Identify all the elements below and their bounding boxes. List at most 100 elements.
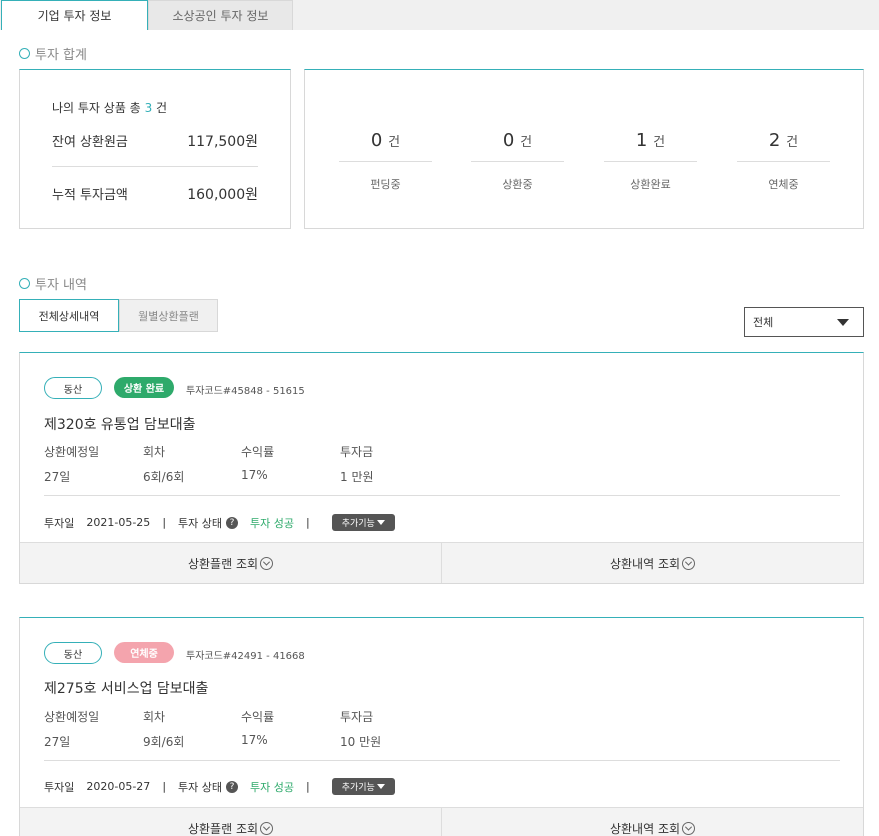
repayment-history-label: 상환내역 조회: [609, 821, 681, 836]
round-label: 회차: [143, 710, 166, 724]
chevron-down-circle-icon: [260, 821, 274, 835]
amount-label: 투자금: [340, 710, 374, 724]
product-count-prefix: 나의 투자 상품 총: [52, 101, 141, 115]
round-column: 회차 9회/6회: [143, 708, 184, 750]
investment-code: 투자코드#45848 - 51615: [186, 386, 305, 397]
investment-date-label: 투자일: [44, 780, 75, 794]
product-count-line: 나의 투자 상품 총 3 건: [52, 99, 167, 116]
investment-state-value: 투자 성공: [250, 516, 294, 530]
top-tab-bar: 기업 투자 정보 소상공인 투자 정보: [0, 0, 879, 30]
round-column: 회차 6회/6회: [143, 443, 184, 485]
chevron-down-circle-icon: [260, 556, 274, 570]
stat-funding-label: 펀딩중: [370, 178, 401, 191]
repayment-plan-label: 상환플랜 조회: [187, 556, 259, 571]
due-date-column: 상환예정일 27일: [44, 708, 99, 750]
collateral-type-badge: 동산: [44, 377, 102, 399]
yield-label: 수익률: [241, 710, 275, 724]
status-badge: 상환 완료: [114, 377, 174, 398]
summary-totals-box: 나의 투자 상품 총 3 건 잔여 상환원금 117,500원 누적 투자금액 …: [19, 69, 291, 229]
investment-meta-row: 투자일 2021-05-25 | 투자 상태 ? 투자 성공 | 추가기능: [44, 514, 395, 531]
stat-overdue-label: 연체중: [768, 178, 799, 191]
question-icon[interactable]: ?: [226, 780, 239, 793]
amount-column: 투자금 1 만원: [340, 443, 374, 485]
repayment-history-label: 상환내역 조회: [609, 556, 681, 571]
remaining-principal-row: 잔여 상환원금 117,500원: [52, 131, 258, 151]
stat-funding: 0 건 펀딩중: [339, 130, 432, 192]
stat-repaid-unit: 건: [653, 135, 666, 150]
cumulative-investment-value: 160,000원: [187, 187, 258, 203]
separator: |: [306, 516, 310, 529]
extra-functions-label: 추가기능: [341, 783, 375, 793]
divider: [52, 166, 258, 167]
extra-functions-button[interactable]: 추가기능: [331, 778, 395, 795]
repayment-history-button[interactable]: 상환내역 조회: [441, 543, 863, 583]
tab-all-details[interactable]: 전체상세내역: [19, 299, 119, 332]
round-label: 회차: [143, 445, 166, 459]
amount-column: 투자금 10 만원: [340, 708, 381, 750]
yield-value: 17%: [241, 733, 268, 747]
stat-repaid-label: 상환완료: [630, 178, 671, 191]
investment-state-value: 투자 성공: [250, 780, 294, 794]
history-title-text: 투자 내역: [35, 278, 87, 293]
repayment-plan-button[interactable]: 상환플랜 조회: [20, 808, 441, 836]
divider: [44, 495, 840, 496]
tab-small-business-investment[interactable]: 소상공인 투자 정보: [148, 0, 293, 30]
investment-meta-row: 투자일 2020-05-27 | 투자 상태 ? 투자 성공 | 추가기능: [44, 778, 395, 795]
stat-overdue: 2 건 연체중: [737, 130, 830, 192]
repayment-plan-button[interactable]: 상환플랜 조회: [20, 543, 441, 583]
stat-repaying: 0 건 상환중: [471, 130, 564, 192]
card-footer: 상환플랜 조회 상환내역 조회: [20, 542, 863, 583]
circle-icon: [19, 278, 30, 289]
due-date-value: 27일: [44, 470, 71, 484]
caret-down-icon: [376, 784, 385, 789]
due-date-value: 27일: [44, 735, 71, 749]
chevron-down-circle-icon: [682, 556, 696, 570]
investment-state-label: 투자 상태: [178, 516, 223, 530]
investment-card: 동산 연체중 투자코드#42491 - 41668 제275호 서비스업 담보대…: [19, 617, 864, 836]
product-title[interactable]: 제275호 서비스업 담보대출: [44, 678, 208, 698]
yield-label: 수익률: [241, 445, 275, 459]
remaining-principal-label: 잔여 상환원금: [52, 135, 128, 150]
investment-date-label: 투자일: [44, 516, 75, 530]
amount-value: 10 만원: [340, 735, 382, 749]
round-value: 6회/6회: [143, 470, 185, 484]
stat-overdue-unit: 건: [786, 135, 799, 150]
caret-down-icon: [837, 318, 849, 326]
summary-status-box: 0 건 펀딩중 0 건 상환중 1 건 상환완료 2 건 연체중: [304, 69, 864, 229]
stat-overdue-count: 2: [768, 130, 781, 151]
summary-section-title: 투자 합계: [19, 44, 87, 63]
caret-down-icon: [376, 520, 385, 525]
tab-monthly-plan[interactable]: 월별상환플랜: [119, 299, 218, 332]
separator: |: [306, 780, 310, 793]
tab-corporate-investment[interactable]: 기업 투자 정보: [1, 0, 148, 30]
filter-select[interactable]: 전체: [744, 307, 864, 337]
due-date-label: 상환예정일: [44, 445, 100, 459]
yield-value: 17%: [241, 468, 268, 482]
product-count-value: 3: [144, 101, 153, 115]
extra-functions-button[interactable]: 추가기능: [331, 514, 395, 531]
stat-repaying-count: 0: [502, 130, 515, 151]
collateral-type-badge: 동산: [44, 642, 102, 664]
investment-state-label: 투자 상태: [178, 780, 223, 794]
remaining-principal-value: 117,500원: [187, 134, 258, 150]
question-icon[interactable]: ?: [226, 516, 239, 529]
repayment-history-button[interactable]: 상환내역 조회: [441, 808, 863, 836]
amount-label: 투자금: [340, 445, 374, 459]
history-section-title: 투자 내역: [19, 274, 87, 293]
circle-icon: [19, 48, 30, 59]
product-count-suffix: 건: [156, 101, 168, 115]
investment-date-value: 2021-05-25: [86, 516, 151, 529]
yield-column: 수익률 17%: [241, 708, 274, 747]
status-badge: 연체중: [114, 642, 174, 663]
investment-date-value: 2020-05-27: [86, 780, 151, 793]
product-title[interactable]: 제320호 유통업 담보대출: [44, 414, 196, 434]
yield-column: 수익률 17%: [241, 443, 274, 482]
cumulative-investment-row: 누적 투자금액 160,000원: [52, 184, 258, 204]
round-value: 9회/6회: [143, 735, 185, 749]
stat-repaid: 1 건 상환완료: [604, 130, 697, 192]
stat-funding-count: 0: [370, 130, 383, 151]
card-footer: 상환플랜 조회 상환내역 조회: [20, 807, 863, 836]
stat-repaid-count: 1: [635, 130, 648, 151]
stat-repaying-unit: 건: [520, 135, 533, 150]
divider: [44, 760, 840, 761]
